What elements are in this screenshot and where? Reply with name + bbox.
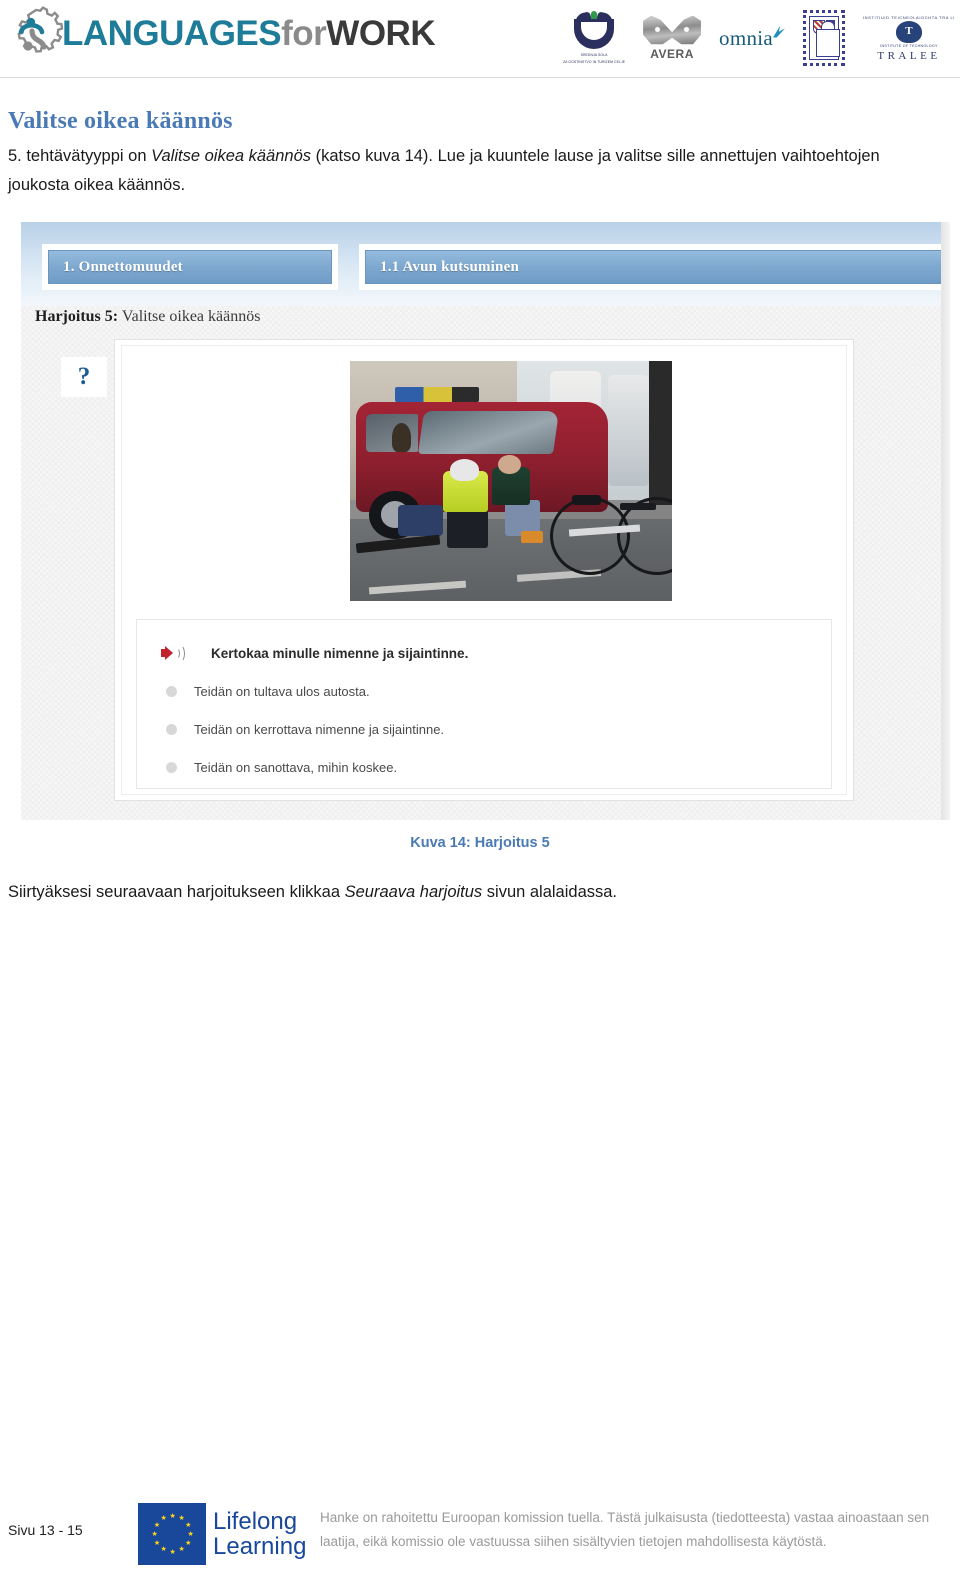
omnia-swoosh-icon — [773, 25, 786, 38]
omnia-label: omnia — [719, 25, 786, 51]
answer-option-1[interactable]: Teidän on tultava ulos autosta. — [137, 672, 831, 710]
tralee-badge-letter: T — [905, 25, 913, 37]
lifelong-line2: Learning — [213, 1533, 307, 1560]
page-number: Sivu 13 - 15 — [8, 1522, 83, 1538]
nav-tab-onnettomuudet[interactable]: 1. Onnettomuudet — [42, 244, 338, 290]
followup-text-before: Siirtyäksesi seuraavaan harjoitukseen kl… — [8, 883, 345, 901]
answer-option-3-label: Teidän on sanottava, mihin koskee. — [194, 759, 398, 775]
page-footer: Sivu 13 - 15 ★ ★ ★ ★ ★ ★ ★ ★ ★ ★ ★ ★ Lifelong Learn… — [0, 1498, 960, 1577]
brand-wordmark: LANGUAGESforWORK — [62, 13, 436, 53]
gear-person-logo-icon — [8, 5, 64, 61]
answer-options-panel: Kertokaa minulle nimenne ja sijaintinne.… — [136, 619, 832, 789]
nav-tab-1-label: 1. Onnettomuudet — [63, 258, 183, 275]
page-title: Valitse oikea käännös — [8, 108, 233, 134]
lifelong-learning-wordmark: Lifelong Learning — [213, 1507, 307, 1560]
crest-stamp-icon — [803, 10, 845, 66]
partner-logo-srednja-sola: SREDNJA SOLA ZA GOSTINSTVO IN TURIZEM CE… — [563, 4, 625, 72]
brand-part-work: WORK — [326, 13, 436, 53]
speaker-play-icon[interactable] — [161, 645, 185, 662]
srednja-sola-icon — [572, 10, 616, 51]
bicycle-accident-photo — [350, 361, 672, 601]
radio-button-2[interactable] — [166, 723, 177, 735]
nav-tab-avun-kutsuminen[interactable]: 1.1 Avun kutsuminen — [359, 244, 950, 290]
answer-option-2-label: Teidän on kerrottava nimenne ja sijainti… — [194, 721, 445, 737]
nav-tab-2-label: 1.1 Avun kutsuminen — [380, 258, 519, 275]
brand-logo: LANGUAGESforWORK — [8, 4, 436, 62]
radio-button-1[interactable] — [166, 685, 177, 697]
intro-paragraph: 5. tehtävätyyppi on Valitse oikea käännö… — [8, 142, 944, 200]
srednja-sola-line1: SREDNJA SOLA — [580, 52, 608, 57]
funding-disclaimer: Hanke on rahoitettu Euroopan komission t… — [320, 1510, 930, 1549]
followup-paragraph: Siirtyäksesi seuraavaan harjoitukseen kl… — [8, 878, 944, 907]
avera-icon — [643, 15, 702, 45]
srednja-sola-line2: ZA GOSTINSTVO IN TURIZEM CELJE — [563, 60, 626, 64]
tralee-icon: INSTITIUID TEICNEOLAIOCHTA TRA LI T INST… — [863, 8, 955, 68]
answer-option-3[interactable]: Teidän on sanottava, mihin koskee. — [137, 748, 831, 786]
followup-text-after: sivun alalaidassa. — [482, 883, 618, 901]
exercise-title-rest: Valitse oikea käännös — [118, 308, 261, 325]
question-mark-icon[interactable]: ? — [61, 357, 107, 397]
figure-screenshot: 1. Onnettomuudet 1.1 Avun kutsuminen Har… — [21, 222, 950, 820]
answer-option-1-label: Teidän on tultava ulos autosta. — [194, 683, 370, 699]
partner-logos: SREDNJA SOLA ZA GOSTINSTVO IN TURIZEM CE… — [563, 3, 955, 73]
eu-flag-icon: ★ ★ ★ ★ ★ ★ ★ ★ ★ ★ ★ ★ — [138, 1503, 206, 1565]
radio-button-3[interactable] — [166, 761, 177, 773]
figure-caption: Kuva 14: Harjoitus 5 — [410, 835, 550, 851]
omnia-text: omnia — [719, 25, 774, 50]
brand-part-languages: LANGUAGES — [62, 13, 282, 53]
exercise-title: Harjoitus 5: Valitse oikea käännös — [35, 308, 260, 326]
page-header: LANGUAGESforWORK SREDNJA SOLA ZA GOSTINS… — [0, 0, 960, 78]
tralee-arc-text: INSTITIUID TEICNEOLAIOCHTA TRA LI — [862, 14, 955, 20]
prompt-sentence: Kertokaa minulle nimenne ja sijaintinne. — [211, 645, 469, 661]
partner-logo-tralee: INSTITIUID TEICNEOLAIOCHTA TRA LI T INST… — [863, 4, 955, 72]
lifelong-learning-logo: ★ ★ ★ ★ ★ ★ ★ ★ ★ ★ ★ ★ Lifelong Learning — [138, 1503, 306, 1565]
figure-scrollbar[interactable] — [941, 222, 950, 820]
partner-logo-crest — [803, 4, 845, 72]
lifelong-line1: Lifelong — [213, 1507, 298, 1535]
brand-part-for: for — [281, 13, 327, 53]
exercise-title-bold: Harjoitus 5: — [35, 308, 119, 325]
prompt-row: Kertokaa minulle nimenne ja sijaintinne. — [137, 634, 831, 672]
intro-text-italic: Valitse oikea käännös — [151, 147, 312, 165]
partner-logo-avera: AVERA — [643, 4, 702, 72]
exercise-panel: Kertokaa minulle nimenne ja sijaintinne.… — [114, 339, 854, 801]
answer-option-2[interactable]: Teidän on kerrottava nimenne ja sijainti… — [137, 710, 831, 748]
exercise-panel-inner: Kertokaa minulle nimenne ja sijaintinne.… — [121, 345, 847, 795]
tralee-name: TRALEE — [877, 49, 941, 62]
partner-logo-omnia: omnia — [719, 4, 786, 72]
followup-text-italic: Seuraava harjoitus — [344, 883, 483, 901]
tralee-subtitle: INSTITUTE OF TECHNOLOGY — [880, 43, 938, 48]
avera-label: AVERA — [650, 46, 694, 61]
intro-text-before: 5. tehtävätyyppi on — [8, 147, 152, 165]
